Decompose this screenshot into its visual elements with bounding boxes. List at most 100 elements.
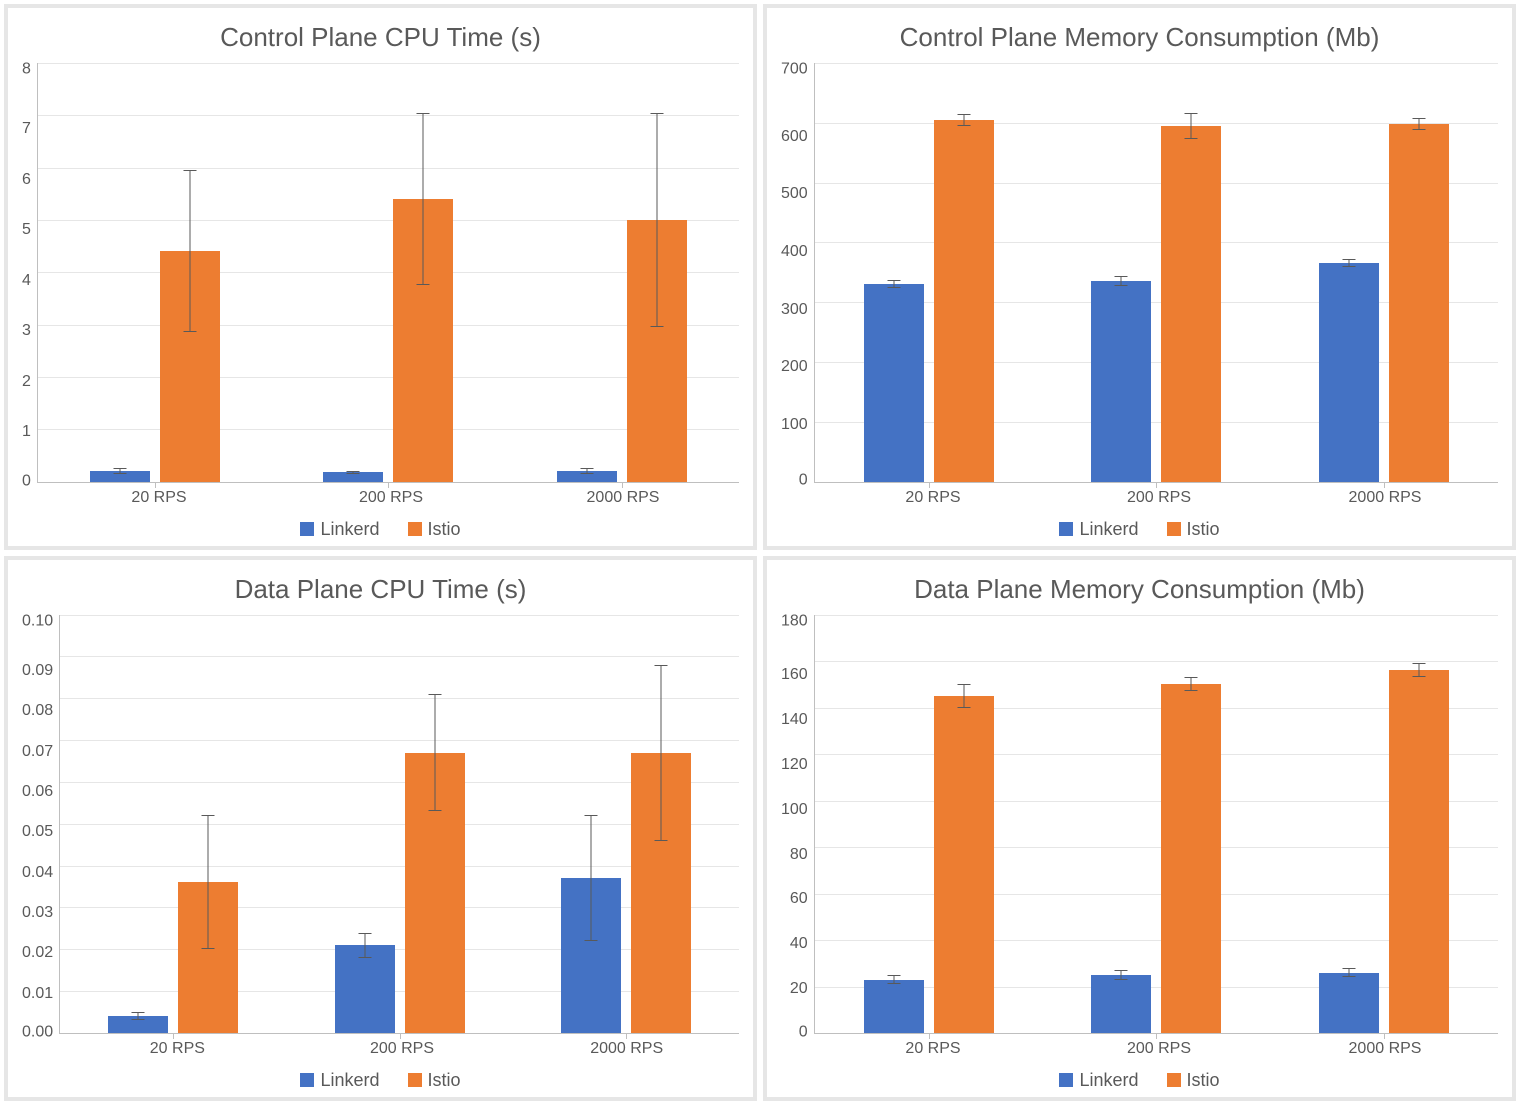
error-bar bbox=[893, 975, 894, 984]
bar bbox=[1091, 281, 1151, 481]
chart-title: Control Plane Memory Consumption (Mb) bbox=[781, 22, 1498, 53]
y-tick-label: 400 bbox=[781, 244, 808, 260]
y-tick-label: 60 bbox=[790, 891, 808, 907]
y-tick-label: 120 bbox=[781, 757, 808, 773]
bar-group bbox=[1270, 63, 1498, 482]
y-tick-label: 0.09 bbox=[22, 663, 53, 679]
bar-linkerd bbox=[335, 615, 395, 1034]
bar bbox=[1319, 263, 1379, 481]
legend-label: Linkerd bbox=[1079, 1070, 1138, 1090]
error-bar bbox=[963, 114, 964, 126]
y-tick-label: 0.04 bbox=[22, 865, 53, 881]
y-tick-label: 0.05 bbox=[22, 824, 53, 840]
y-axis: 0.100.090.080.070.060.050.040.030.020.01… bbox=[22, 615, 59, 1035]
x-tick-label: 200 RPS bbox=[290, 1040, 515, 1058]
bar-istio bbox=[1389, 63, 1449, 482]
legend-swatch-icon bbox=[408, 1073, 422, 1087]
y-tick-label: 100 bbox=[781, 417, 808, 433]
legend-swatch-icon bbox=[1059, 522, 1073, 536]
bar bbox=[1319, 973, 1379, 1033]
x-axis: 20 RPS 200 RPS 2000 RPS bbox=[781, 1040, 1498, 1058]
y-axis: 180160140120100806040200 bbox=[781, 615, 814, 1035]
bar bbox=[1389, 124, 1449, 482]
y-tick-label: 0.07 bbox=[22, 744, 53, 760]
y-tick-label: 0.06 bbox=[22, 784, 53, 800]
chart-title: Data Plane CPU Time (s) bbox=[22, 574, 739, 605]
y-tick-label: 0 bbox=[799, 473, 808, 489]
bar-group bbox=[1042, 615, 1270, 1034]
plot-area: 7006005004003002001000 bbox=[781, 63, 1498, 483]
bar-group bbox=[505, 63, 739, 482]
y-tick-label: 160 bbox=[781, 667, 808, 683]
legend-label: Istio bbox=[428, 519, 461, 539]
bar-istio bbox=[1161, 615, 1221, 1034]
y-tick-label: 40 bbox=[790, 936, 808, 952]
legend-item-istio: Istio bbox=[1167, 1070, 1220, 1091]
legend-swatch-icon bbox=[300, 522, 314, 536]
y-tick-label: 8 bbox=[22, 61, 31, 77]
plot bbox=[37, 63, 739, 483]
legend-item-linkerd: Linkerd bbox=[1059, 519, 1138, 540]
bar-istio bbox=[160, 63, 220, 482]
bar-istio bbox=[178, 615, 238, 1034]
legend-label: Istio bbox=[1187, 519, 1220, 539]
legend-item-linkerd: Linkerd bbox=[300, 1070, 379, 1091]
legend-item-istio: Istio bbox=[1167, 519, 1220, 540]
bar-linkerd bbox=[1319, 63, 1379, 482]
plot-area: 0.100.090.080.070.060.050.040.030.020.01… bbox=[22, 615, 739, 1035]
y-tick-label: 80 bbox=[790, 847, 808, 863]
bar-linkerd bbox=[864, 63, 924, 482]
y-tick-label: 500 bbox=[781, 186, 808, 202]
bar-istio bbox=[627, 63, 687, 482]
error-bar bbox=[590, 815, 591, 941]
legend-swatch-icon bbox=[1167, 522, 1181, 536]
y-tick-label: 4 bbox=[22, 273, 31, 289]
legend-item-istio: Istio bbox=[408, 1070, 461, 1091]
bar-linkerd bbox=[1091, 63, 1151, 482]
error-bar bbox=[353, 471, 354, 474]
error-bar bbox=[660, 665, 661, 841]
error-bar bbox=[1191, 677, 1192, 691]
bar-groups bbox=[815, 615, 1498, 1034]
bar bbox=[1161, 126, 1221, 482]
bar bbox=[934, 120, 994, 482]
y-tick-label: 5 bbox=[22, 222, 31, 238]
x-axis-labels: 20 RPS 200 RPS 2000 RPS bbox=[43, 489, 739, 507]
y-tick-label: 6 bbox=[22, 172, 31, 188]
bar bbox=[864, 284, 924, 481]
legend-label: Istio bbox=[1187, 1070, 1220, 1090]
y-tick-label: 0.08 bbox=[22, 703, 53, 719]
y-tick-label: 3 bbox=[22, 323, 31, 339]
error-bar bbox=[657, 113, 658, 327]
bar-group bbox=[1270, 615, 1498, 1034]
error-bar bbox=[1191, 113, 1192, 139]
bar-linkerd bbox=[108, 615, 168, 1034]
x-tick-label: 2000 RPS bbox=[514, 1040, 739, 1058]
bar-group bbox=[60, 615, 286, 1034]
legend-swatch-icon bbox=[408, 522, 422, 536]
error-bar bbox=[189, 170, 190, 332]
bar-linkerd bbox=[1091, 615, 1151, 1034]
x-axis-labels: 20 RPS 200 RPS 2000 RPS bbox=[820, 1040, 1498, 1058]
bar-istio bbox=[393, 63, 453, 482]
error-bar bbox=[1419, 663, 1420, 677]
x-axis: 20 RPS 200 RPS 2000 RPS bbox=[22, 1040, 739, 1058]
legend-label: Linkerd bbox=[320, 1070, 379, 1090]
x-tick-label: 200 RPS bbox=[1046, 1040, 1272, 1058]
bar-linkerd bbox=[1319, 615, 1379, 1034]
x-tick-label: 200 RPS bbox=[275, 489, 507, 507]
legend-label: Istio bbox=[428, 1070, 461, 1090]
legend-item-istio: Istio bbox=[408, 519, 461, 540]
bar-linkerd bbox=[90, 63, 150, 482]
error-bar bbox=[963, 684, 964, 707]
bar-group bbox=[1042, 63, 1270, 482]
y-axis: 876543210 bbox=[22, 63, 37, 483]
plot bbox=[59, 615, 739, 1035]
y-tick-label: 0.01 bbox=[22, 986, 53, 1002]
bar-linkerd bbox=[557, 63, 617, 482]
y-tick-label: 0.10 bbox=[22, 613, 53, 629]
error-bar bbox=[1349, 259, 1350, 267]
bar-istio bbox=[1389, 615, 1449, 1034]
y-tick-label: 700 bbox=[781, 61, 808, 77]
bar-group bbox=[815, 615, 1043, 1034]
